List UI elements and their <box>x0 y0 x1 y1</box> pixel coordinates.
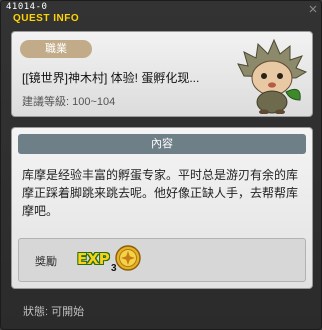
window-title: QUEST INFO <box>13 13 80 24</box>
gold-coin-icon[interactable] <box>115 245 141 271</box>
quest-id: 41014-0 <box>6 2 48 12</box>
content-section-header: 內容 <box>18 134 306 154</box>
reward-box: 獎勵 EXP 3 <box>18 238 306 282</box>
quest-header-panel: 職業 [[镜世界]神木村] 体验! 蛋孵化现... 建議等級: 100~104 <box>11 31 313 117</box>
reward-label: 獎勵 <box>35 256 57 268</box>
quest-description: 库摩是经验丰富的孵蛋专家。平时总是游刃有余的库摩正踩着脚跳来跳去呢。他好像正缺人… <box>22 168 299 218</box>
close-icon[interactable] <box>309 5 317 13</box>
npc-portrait-icon <box>237 38 308 114</box>
quest-content-panel: 內容 库摩是经验丰富的孵蛋专家。平时总是游刃有余的库摩正踩着脚跳来跳去呢。他好像… <box>11 127 313 289</box>
reward-quantity: 3 <box>111 263 117 274</box>
quest-info-window: 41014-0 QUEST INFO 職業 [[镜世界]神木村] 体验! 蛋孵化… <box>0 0 322 330</box>
quest-name: [[镜世界]神木村] 体验! 蛋孵化现... <box>22 71 200 85</box>
exp-icon: EXP <box>77 250 110 268</box>
job-badge: 職業 <box>20 40 92 58</box>
quest-status: 狀態: 可開始 <box>23 306 85 318</box>
level-requirement: 建議等級: 100~104 <box>22 96 116 108</box>
